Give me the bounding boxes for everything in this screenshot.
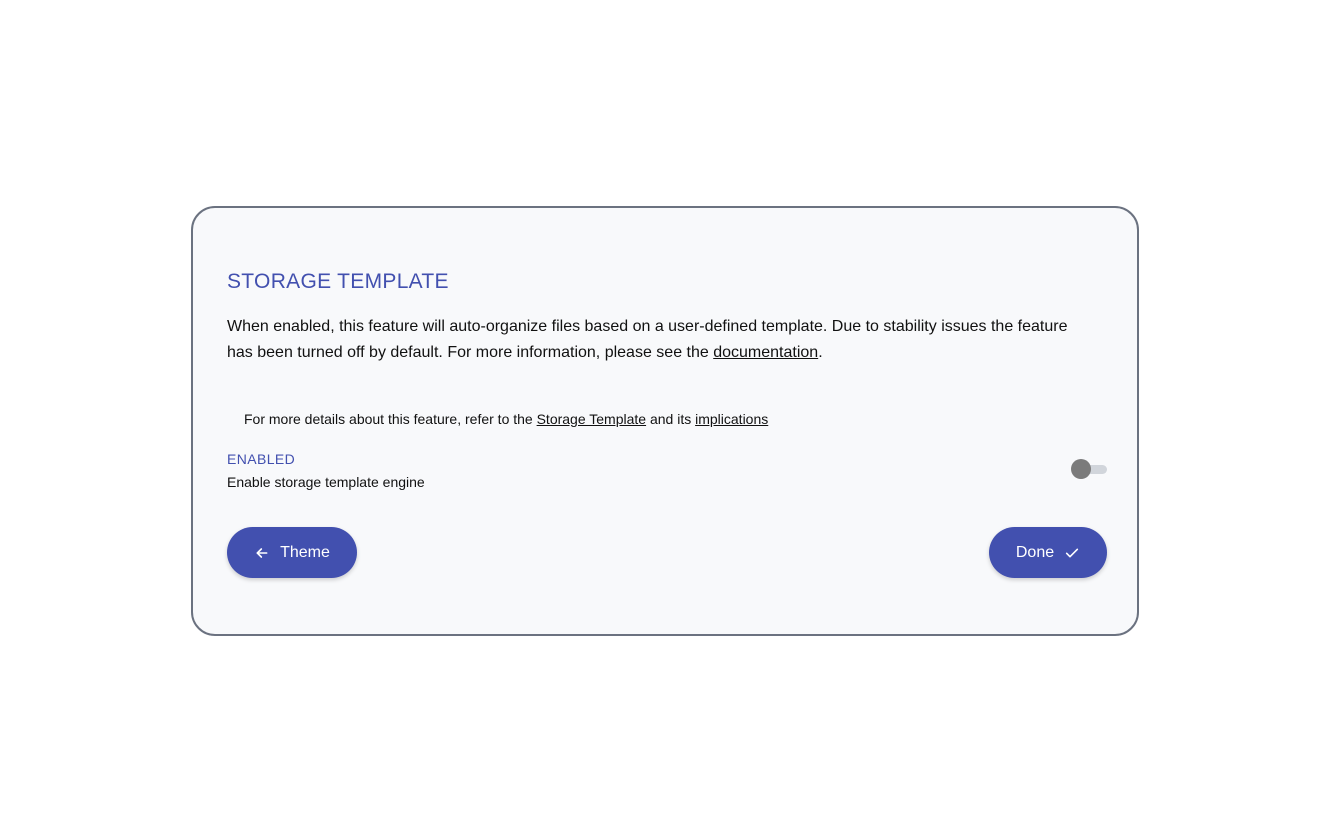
description-text: When enabled, this feature will auto-org… bbox=[227, 318, 1068, 361]
details-prefix: For more details about this feature, ref… bbox=[244, 411, 537, 427]
details-text: For more details about this feature, ref… bbox=[244, 409, 768, 429]
storage-template-card: STORAGE TEMPLATE When enabled, this feat… bbox=[191, 206, 1139, 636]
toggle-thumb bbox=[1071, 459, 1091, 479]
storage-template-link[interactable]: Storage Template bbox=[537, 411, 646, 427]
done-button[interactable]: Done bbox=[989, 527, 1107, 578]
enabled-setting-label: ENABLED bbox=[227, 451, 296, 467]
page-title: STORAGE TEMPLATE bbox=[227, 270, 449, 293]
description: When enabled, this feature will auto-org… bbox=[227, 314, 1087, 366]
description-end: . bbox=[818, 344, 823, 361]
implications-link[interactable]: implications bbox=[695, 411, 768, 427]
done-button-label: Done bbox=[1015, 543, 1055, 561]
details-middle: and its bbox=[646, 411, 696, 427]
check-icon bbox=[1064, 545, 1080, 561]
theme-button-label: Theme bbox=[280, 543, 330, 561]
arrow-left-icon bbox=[254, 545, 270, 561]
documentation-link[interactable]: documentation bbox=[713, 344, 818, 361]
theme-back-button[interactable]: Theme bbox=[227, 527, 357, 578]
enabled-setting-subtitle: Enable storage template engine bbox=[227, 474, 425, 490]
enabled-toggle[interactable] bbox=[1069, 458, 1109, 480]
